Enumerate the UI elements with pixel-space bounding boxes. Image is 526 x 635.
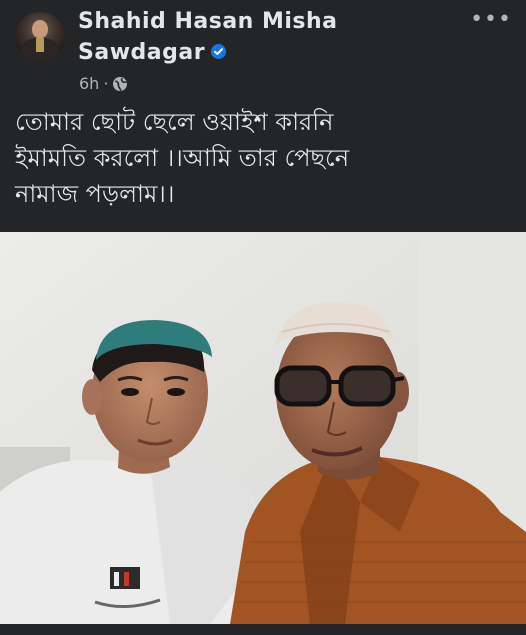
bottom-strip — [0, 624, 526, 635]
more-options-icon[interactable]: ••• — [470, 9, 512, 31]
meta-dot: · — [103, 74, 109, 93]
globe-icon[interactable] — [112, 76, 128, 92]
post-photo[interactable] — [0, 232, 526, 624]
author-name[interactable]: Shahid Hasan Misha Sawdagar — [78, 9, 338, 65]
post-meta: 6h · — [79, 74, 128, 93]
post-caption: তোমার ছোট ছেলে ওয়াইশ কারনি ইমামতি করলো … — [15, 108, 350, 208]
post-header: Shahid Hasan Misha Sawdagar 6h · ••• — [0, 0, 526, 100]
avatar-collar — [36, 38, 44, 52]
avatar-head — [32, 20, 48, 38]
author-avatar[interactable] — [15, 12, 65, 62]
photo-illustration — [0, 232, 526, 624]
author-name-row: Shahid Hasan Misha Sawdagar — [78, 6, 458, 68]
post-timestamp[interactable]: 6h — [79, 74, 99, 93]
verified-badge-icon — [211, 43, 227, 59]
